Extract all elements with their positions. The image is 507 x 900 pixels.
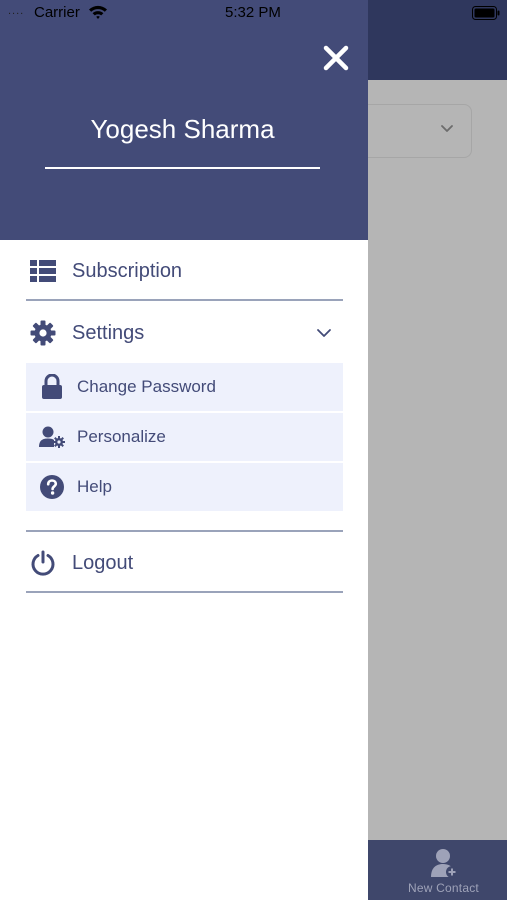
signal-strength: ....	[8, 5, 25, 17]
chevron-down-icon	[441, 125, 453, 132]
menu-item-subscription-label: Subscription	[72, 259, 183, 282]
submenu-item-personalize-label: Personalize	[77, 427, 166, 446]
user-name: Yogesh Sharma	[90, 114, 275, 144]
close-button[interactable]	[318, 40, 354, 76]
submenu-item-help-label: Help	[77, 477, 112, 496]
gear-icon	[26, 320, 60, 346]
chevron-down-icon[interactable]	[313, 322, 335, 344]
menu-item-logout[interactable]: Logout	[26, 542, 343, 584]
divider	[26, 299, 343, 301]
question-circle-icon	[39, 475, 65, 499]
wifi-icon	[89, 5, 107, 19]
clock: 5:32 PM	[225, 4, 281, 21]
side-drawer: Yogesh Sharma Subscription Settings Chan…	[0, 0, 368, 900]
name-underline	[45, 167, 320, 169]
status-bar: .... Carrier 5:32 PM	[0, 0, 507, 26]
submenu-item-personalize[interactable]: Personalize	[26, 413, 343, 461]
power-icon	[26, 550, 60, 576]
carrier-label: Carrier	[34, 4, 80, 21]
list-icon	[26, 260, 60, 282]
add-contact-icon	[430, 849, 458, 878]
divider	[26, 591, 343, 593]
menu-item-settings[interactable]: Settings	[26, 312, 343, 354]
lock-icon	[39, 374, 65, 400]
submenu-item-change-password-label: Change Password	[77, 377, 216, 396]
user-gear-icon	[39, 426, 65, 448]
submenu-item-change-password[interactable]: Change Password	[26, 363, 343, 411]
submenu-item-help[interactable]: Help	[26, 463, 343, 511]
tab-new-contact[interactable]: New Contact	[380, 840, 507, 900]
divider	[26, 530, 343, 532]
close-icon	[323, 45, 349, 71]
menu-item-settings-label: Settings	[72, 321, 145, 344]
tab-new-contact-label: New Contact	[408, 881, 479, 895]
menu-item-subscription[interactable]: Subscription	[26, 250, 343, 292]
battery-icon	[472, 6, 500, 20]
menu-item-logout-label: Logout	[72, 551, 134, 574]
